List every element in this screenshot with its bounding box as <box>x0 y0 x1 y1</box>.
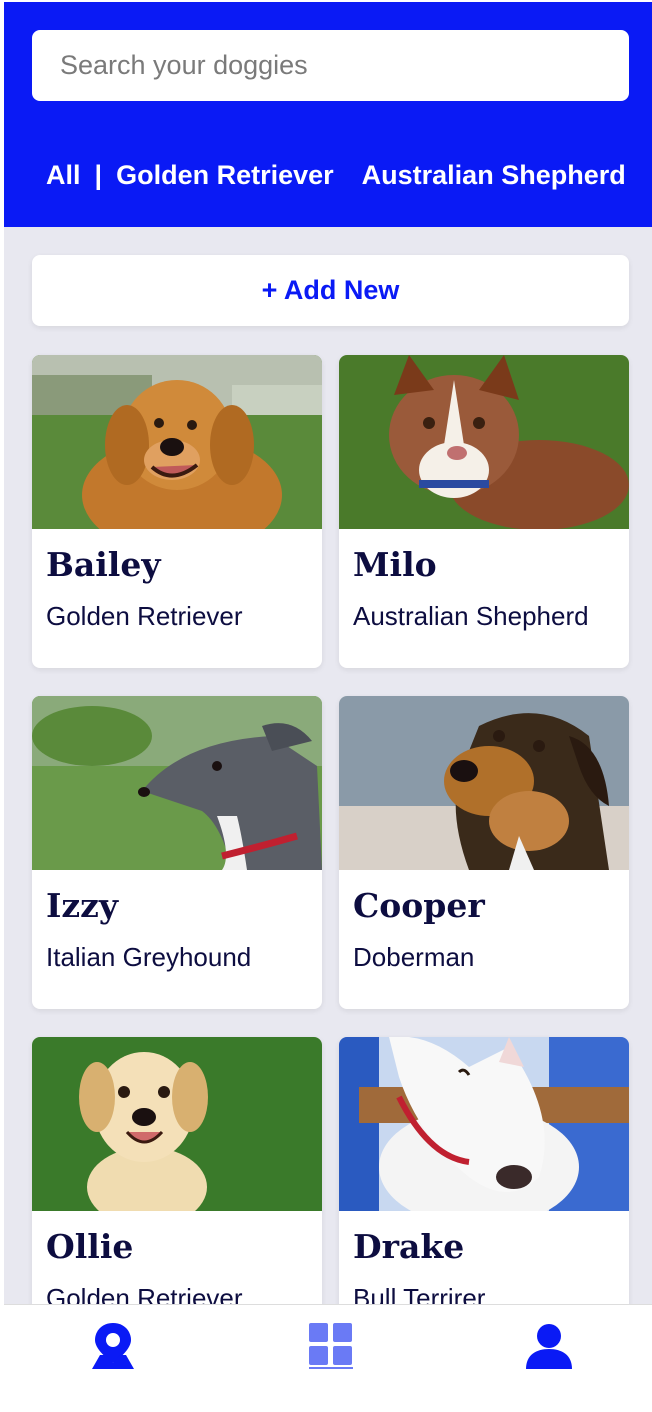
italian-greyhound-photo <box>32 696 322 870</box>
dog-list: + Add New Bailey Golden Retriever Milo A… <box>4 227 652 1304</box>
dog-card[interactable]: Cooper Doberman <box>339 696 629 1009</box>
search-input[interactable] <box>32 30 629 101</box>
dog-card[interactable]: Bailey Golden Retriever <box>32 355 322 668</box>
dog-breed: Italian Greyhound <box>46 942 252 972</box>
map-pin-icon[interactable] <box>92 1323 134 1374</box>
dog-name: Milo <box>353 545 437 584</box>
dog-name: Cooper <box>353 886 485 925</box>
dog-breed: Australian Shepherd <box>353 601 589 631</box>
search-wrap <box>32 30 629 101</box>
bottom-nav <box>4 1304 652 1412</box>
dog-card[interactable]: Milo Australian Shepherd <box>339 355 629 668</box>
filter-separator: | <box>94 160 103 190</box>
app: All | Golden Retriever Australian Shephe… <box>0 0 652 1412</box>
australian-shepherd-puppy-photo <box>339 355 629 529</box>
user-icon[interactable] <box>526 1323 572 1374</box>
dog-breed: Golden Retriever <box>46 601 243 631</box>
golden-retriever-puppy-photo <box>32 1037 322 1211</box>
grid-icon[interactable] <box>309 1323 353 1374</box>
dog-name: Bailey <box>46 545 161 584</box>
golden-retriever-photo <box>32 355 322 529</box>
header: All | Golden Retriever Australian Shephe… <box>4 2 652 227</box>
dog-card[interactable]: Ollie Golden Retriever <box>32 1037 322 1304</box>
filter-australian-shepherd[interactable]: Australian Shepherd <box>362 160 626 191</box>
add-new-button[interactable]: + Add New <box>32 255 629 326</box>
bull-terrier-photo <box>339 1037 629 1211</box>
dog-name: Ollie <box>46 1227 134 1266</box>
breed-filters: All | Golden Retriever Australian Shephe… <box>46 160 626 191</box>
dog-breed: Golden Retriever <box>46 1283 243 1304</box>
dog-breed: Bull Terrirer <box>353 1283 486 1304</box>
dog-breed: Doberman <box>353 942 475 972</box>
doberman-mix-photo <box>339 696 629 870</box>
dog-card[interactable]: Izzy Italian Greyhound <box>32 696 322 1009</box>
dog-name: Drake <box>353 1227 465 1266</box>
dog-card[interactable]: Drake Bull Terrirer <box>339 1037 629 1304</box>
dog-name: Izzy <box>46 886 119 925</box>
filter-golden-retriever[interactable]: Golden Retriever <box>116 160 334 191</box>
filter-all[interactable]: All <box>46 160 81 191</box>
